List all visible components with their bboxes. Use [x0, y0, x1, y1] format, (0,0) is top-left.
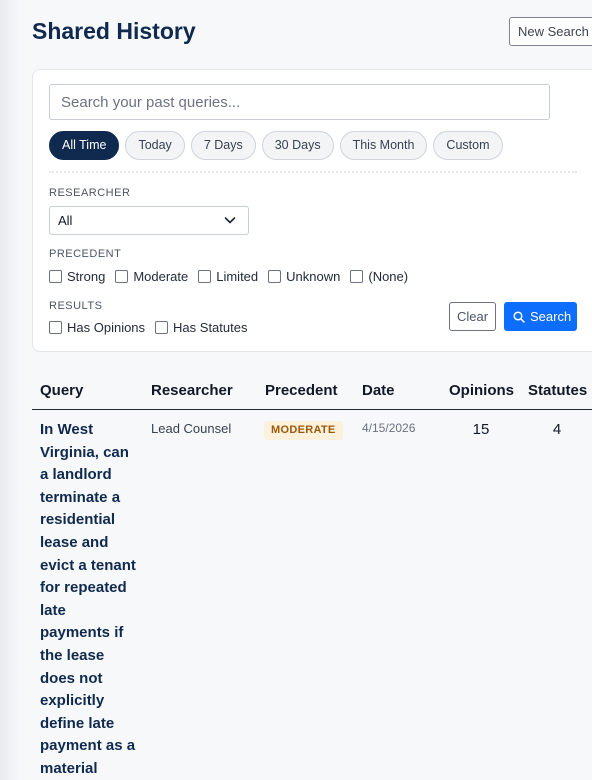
column-header-statutes[interactable]: Statutes	[528, 382, 587, 399]
results-label: RESULTS	[49, 300, 103, 312]
checkbox-label: Has Statutes	[173, 320, 248, 335]
left-edge-shadow	[0, 0, 20, 780]
new-search-button[interactable]: New Search	[509, 17, 592, 46]
column-header-opinions[interactable]: Opinions	[449, 382, 514, 399]
precedent-option-strong[interactable]: Strong	[49, 269, 105, 284]
row-opinions-count: 15	[472, 421, 490, 438]
search-button-label: Search	[530, 309, 572, 324]
query-search-input[interactable]	[49, 84, 550, 120]
researcher-select[interactable]: All	[49, 206, 249, 235]
results-option-has-opinions[interactable]: Has Opinions	[49, 320, 145, 335]
checkbox-label: Limited	[216, 269, 259, 284]
row-query-link[interactable]: In West Virginia, can a landlord termina…	[40, 419, 140, 780]
researcher-select-value: All	[58, 213, 73, 228]
clear-button[interactable]: Clear	[449, 302, 496, 331]
search-button[interactable]: Search	[504, 302, 577, 331]
range-pill-all-time[interactable]: All Time	[49, 131, 120, 160]
results-checkboxes: Has Opinions Has Statutes	[49, 320, 257, 335]
date-range-pills: All Time Today 7 Days 30 Days This Month…	[49, 131, 503, 160]
checkbox-label: Strong	[67, 269, 106, 284]
results-option-has-statutes[interactable]: Has Statutes	[155, 320, 247, 335]
column-header-query[interactable]: Query	[40, 382, 83, 399]
precedent-option-limited[interactable]: Limited	[198, 269, 258, 284]
page-title: Shared History	[32, 18, 196, 44]
checkbox[interactable]	[198, 270, 212, 283]
row-date: 4/15/2026	[362, 421, 416, 435]
checkbox-label: Unknown	[286, 269, 341, 284]
precedent-badge: MODERATE	[264, 421, 343, 440]
precedent-label: PRECEDENT	[49, 248, 122, 260]
precedent-option-moderate[interactable]: Moderate	[115, 269, 188, 284]
checkbox-label: Has Opinions	[67, 320, 146, 335]
checkbox-label: (None)	[368, 269, 409, 284]
precedent-option-unknown[interactable]: Unknown	[268, 269, 340, 284]
column-header-precedent[interactable]: Precedent	[265, 382, 338, 399]
range-pill-today[interactable]: Today	[125, 131, 185, 160]
checkbox[interactable]	[268, 270, 282, 283]
checkbox[interactable]	[49, 270, 62, 283]
column-header-researcher[interactable]: Researcher	[151, 382, 233, 399]
range-pill-this-month[interactable]: This Month	[339, 131, 428, 160]
range-pill-7-days[interactable]: 7 Days	[190, 131, 256, 160]
researcher-label: RESEARCHER	[49, 187, 131, 199]
checkbox[interactable]	[49, 321, 62, 334]
precedent-option-none[interactable]: (None)	[350, 269, 408, 284]
precedent-checkboxes: Strong Moderate Limited Unknown (None)	[49, 269, 418, 284]
checkbox[interactable]	[155, 321, 169, 334]
filter-panel: All Time Today 7 Days 30 Days This Month…	[32, 69, 592, 352]
checkbox[interactable]	[350, 270, 364, 283]
search-icon	[513, 310, 525, 323]
row-researcher: Lead Counsel	[151, 421, 232, 436]
table-header-divider	[32, 409, 592, 410]
chevron-down-icon	[224, 217, 236, 224]
checkbox[interactable]	[115, 270, 129, 283]
section-divider	[49, 171, 577, 173]
checkbox-label: Moderate	[133, 269, 189, 284]
column-header-date[interactable]: Date	[362, 382, 395, 399]
row-statutes-count: 4	[552, 421, 562, 438]
range-pill-custom[interactable]: Custom	[433, 131, 503, 160]
range-pill-30-days[interactable]: 30 Days	[261, 131, 334, 160]
